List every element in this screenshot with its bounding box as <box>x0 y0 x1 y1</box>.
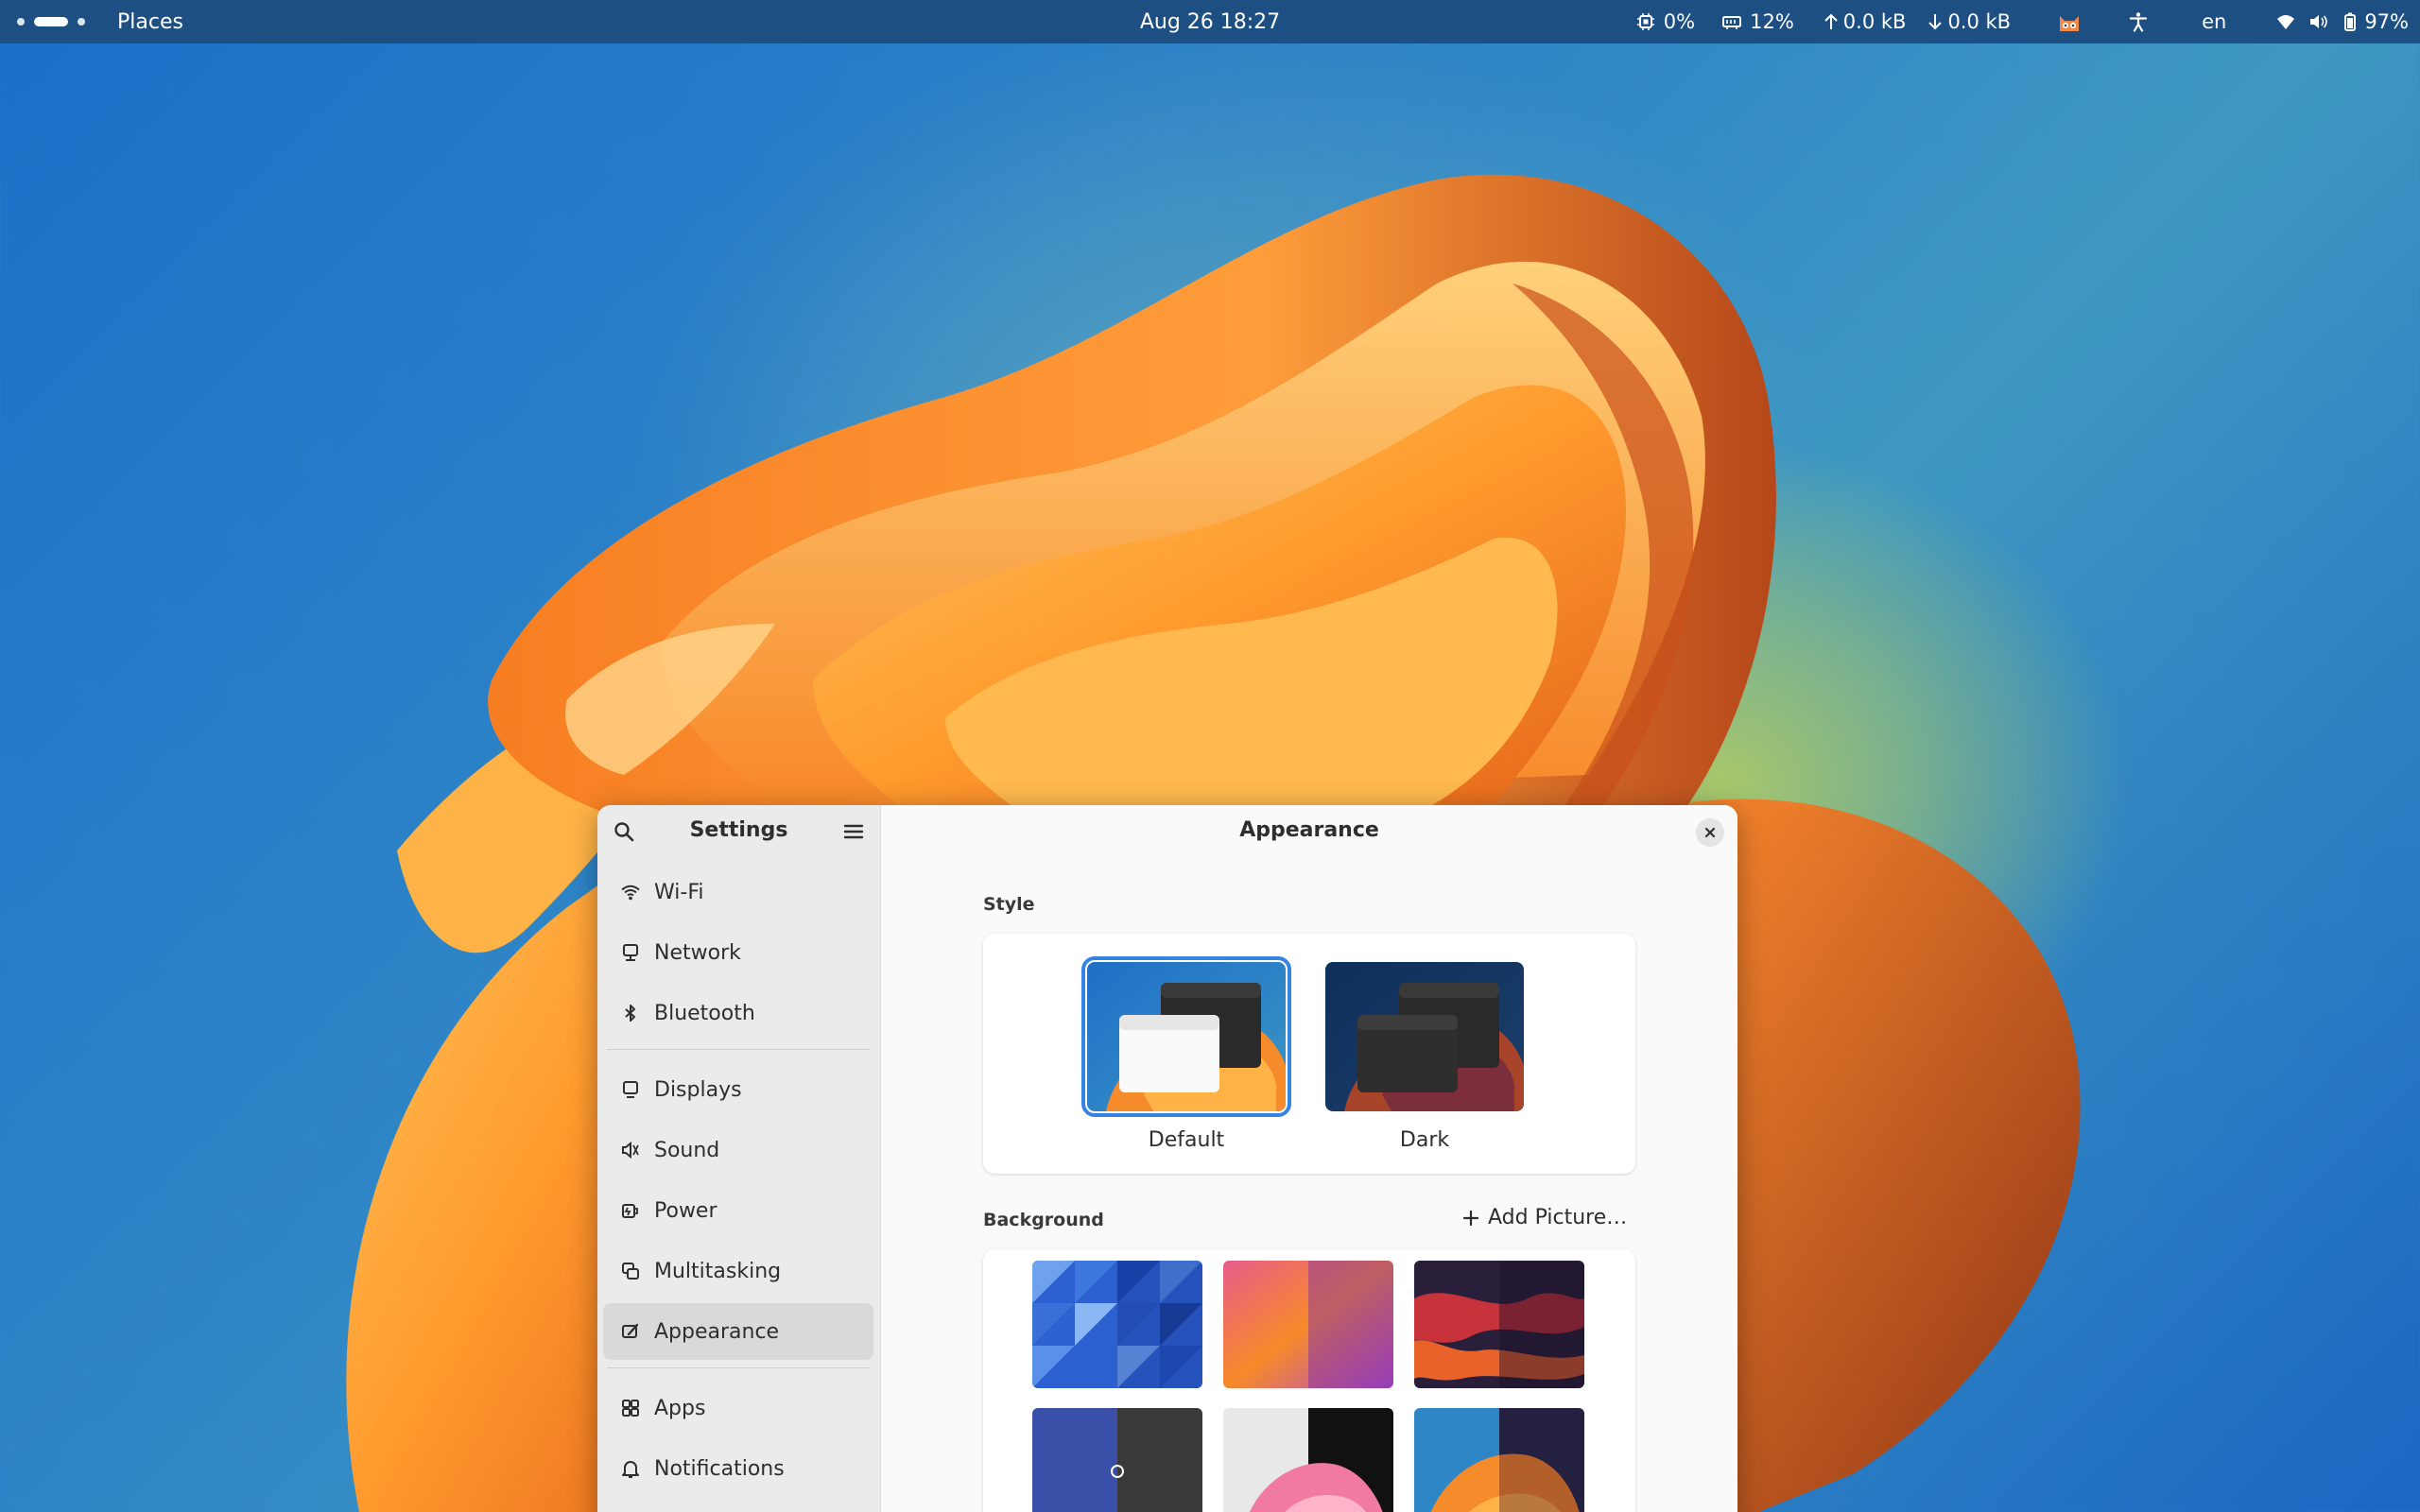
sidebar-item-notifications[interactable]: Notifications <box>603 1440 873 1497</box>
wifi-icon <box>2275 11 2296 32</box>
dark-style-preview <box>1325 962 1524 1111</box>
battery-icon <box>2340 11 2360 32</box>
sidebar-item-bluetooth[interactable]: Bluetooth <box>603 985 873 1041</box>
system-status-menu[interactable]: 97% <box>2275 10 2409 33</box>
appearance-panel: Appearance Style Default Dark Background… <box>881 805 1737 1512</box>
display-icon <box>620 1079 641 1100</box>
volume-icon <box>2308 11 2328 32</box>
sidebar-header: Settings <box>597 805 880 858</box>
sidebar-title: Settings <box>689 818 788 842</box>
accessibility-icon[interactable] <box>2128 11 2149 32</box>
close-icon <box>1704 827 1716 838</box>
network-icon <box>620 942 641 963</box>
style-section-label: Style <box>983 894 1035 915</box>
memory-value: 12% <box>1750 10 1794 33</box>
power-icon <box>620 1200 641 1221</box>
appearance-icon <box>620 1321 641 1342</box>
download-value: 0.0 kB <box>1947 10 2012 33</box>
workspace-indicator[interactable]: Places <box>17 0 183 43</box>
settings-sidebar: Settings Wi-Fi Network Bluetooth Display… <box>597 805 881 1512</box>
sidebar-separator <box>607 1367 870 1368</box>
sidebar-item-apps[interactable]: Apps <box>603 1380 873 1436</box>
close-button[interactable] <box>1696 818 1724 847</box>
active-workspace-pill[interactable] <box>34 17 68 26</box>
sidebar-separator <box>607 1049 870 1050</box>
style-option-default[interactable]: Default <box>1081 956 1291 1152</box>
net-download-indicator[interactable]: 0.0 kB <box>1925 10 2011 33</box>
page-title: Appearance <box>1239 818 1379 842</box>
apps-icon <box>620 1398 641 1418</box>
wallpaper-thumbnail[interactable] <box>1414 1408 1584 1512</box>
bell-icon <box>620 1458 641 1479</box>
add-picture-button[interactable]: Add Picture… <box>1461 1206 1627 1229</box>
workspace-dot[interactable] <box>17 18 25 26</box>
keyboard-layout-indicator[interactable]: en <box>2202 10 2226 33</box>
sidebar-item-wifi[interactable]: Wi-Fi <box>603 864 873 920</box>
add-picture-label: Add Picture… <box>1488 1206 1628 1229</box>
wifi-icon <box>620 882 641 902</box>
cat-face-icon[interactable] <box>2056 9 2083 35</box>
cpu-value: 0% <box>1663 10 1696 33</box>
plus-icon <box>1462 1210 1479 1226</box>
upload-arrow-icon <box>1821 11 1841 32</box>
style-option-label: Dark <box>1399 1128 1450 1152</box>
sidebar-item-label: Apps <box>654 1396 706 1420</box>
wallpaper-thumbnail[interactable] <box>1223 1261 1393 1388</box>
wallpaper-thumbnail[interactable] <box>1032 1408 1202 1512</box>
sidebar-item-multitasking[interactable]: Multitasking <box>603 1243 873 1299</box>
top-bar: Places Aug 26 18:27 0% 12% 0.0 kB 0.0 kB… <box>0 0 2420 43</box>
sidebar-item-label: Notifications <box>654 1456 785 1481</box>
wallpaper-thumbnail[interactable] <box>1032 1261 1202 1388</box>
sidebar-item-label: Bluetooth <box>654 1001 755 1025</box>
wallpaper-thumbnail[interactable] <box>1223 1408 1393 1512</box>
sound-icon <box>620 1140 641 1160</box>
hamburger-menu-icon[interactable] <box>842 820 865 843</box>
background-section-label: Background <box>983 1210 1104 1230</box>
style-option-label: Default <box>1148 1128 1225 1152</box>
default-style-preview <box>1081 956 1291 1117</box>
cpu-indicator[interactable]: 0% <box>1635 10 1695 33</box>
multitasking-icon <box>620 1261 641 1281</box>
background-card <box>983 1249 1635 1512</box>
sidebar-item-label: Appearance <box>654 1319 780 1344</box>
places-menu[interactable]: Places <box>117 10 183 34</box>
sidebar-item-displays[interactable]: Displays <box>603 1061 873 1118</box>
download-arrow-icon <box>1925 11 1945 32</box>
cpu-icon <box>1635 11 1656 32</box>
memory-icon <box>1721 11 1742 32</box>
style-option-dark[interactable]: Dark <box>1325 962 1524 1152</box>
style-card: Default Dark <box>983 934 1635 1174</box>
sidebar-item-label: Displays <box>654 1077 742 1102</box>
net-upload-indicator[interactable]: 0.0 kB <box>1821 10 1907 33</box>
memory-indicator[interactable]: 12% <box>1721 10 1794 33</box>
bluetooth-icon <box>620 1003 641 1023</box>
sidebar-item-network[interactable]: Network <box>603 924 873 981</box>
workspace-dot[interactable] <box>78 18 85 26</box>
sidebar-item-sound[interactable]: Sound <box>603 1122 873 1178</box>
settings-window: Settings Wi-Fi Network Bluetooth Display… <box>597 805 1737 1512</box>
sidebar-item-label: Network <box>654 940 741 965</box>
sidebar-item-power[interactable]: Power <box>603 1182 873 1239</box>
sidebar-item-label: Wi-Fi <box>654 880 704 904</box>
clock[interactable]: Aug 26 18:27 <box>1140 10 1280 34</box>
upload-value: 0.0 kB <box>1842 10 1907 33</box>
sidebar-item-label: Power <box>654 1198 717 1223</box>
battery-value: 97% <box>2364 10 2409 33</box>
sidebar-list: Wi-Fi Network Bluetooth Displays Sound P… <box>603 864 873 1501</box>
wallpaper-thumbnail[interactable] <box>1414 1261 1584 1388</box>
sidebar-item-label: Sound <box>654 1138 720 1162</box>
sidebar-item-label: Multitasking <box>654 1259 782 1283</box>
sidebar-item-appearance[interactable]: Appearance <box>603 1303 873 1360</box>
